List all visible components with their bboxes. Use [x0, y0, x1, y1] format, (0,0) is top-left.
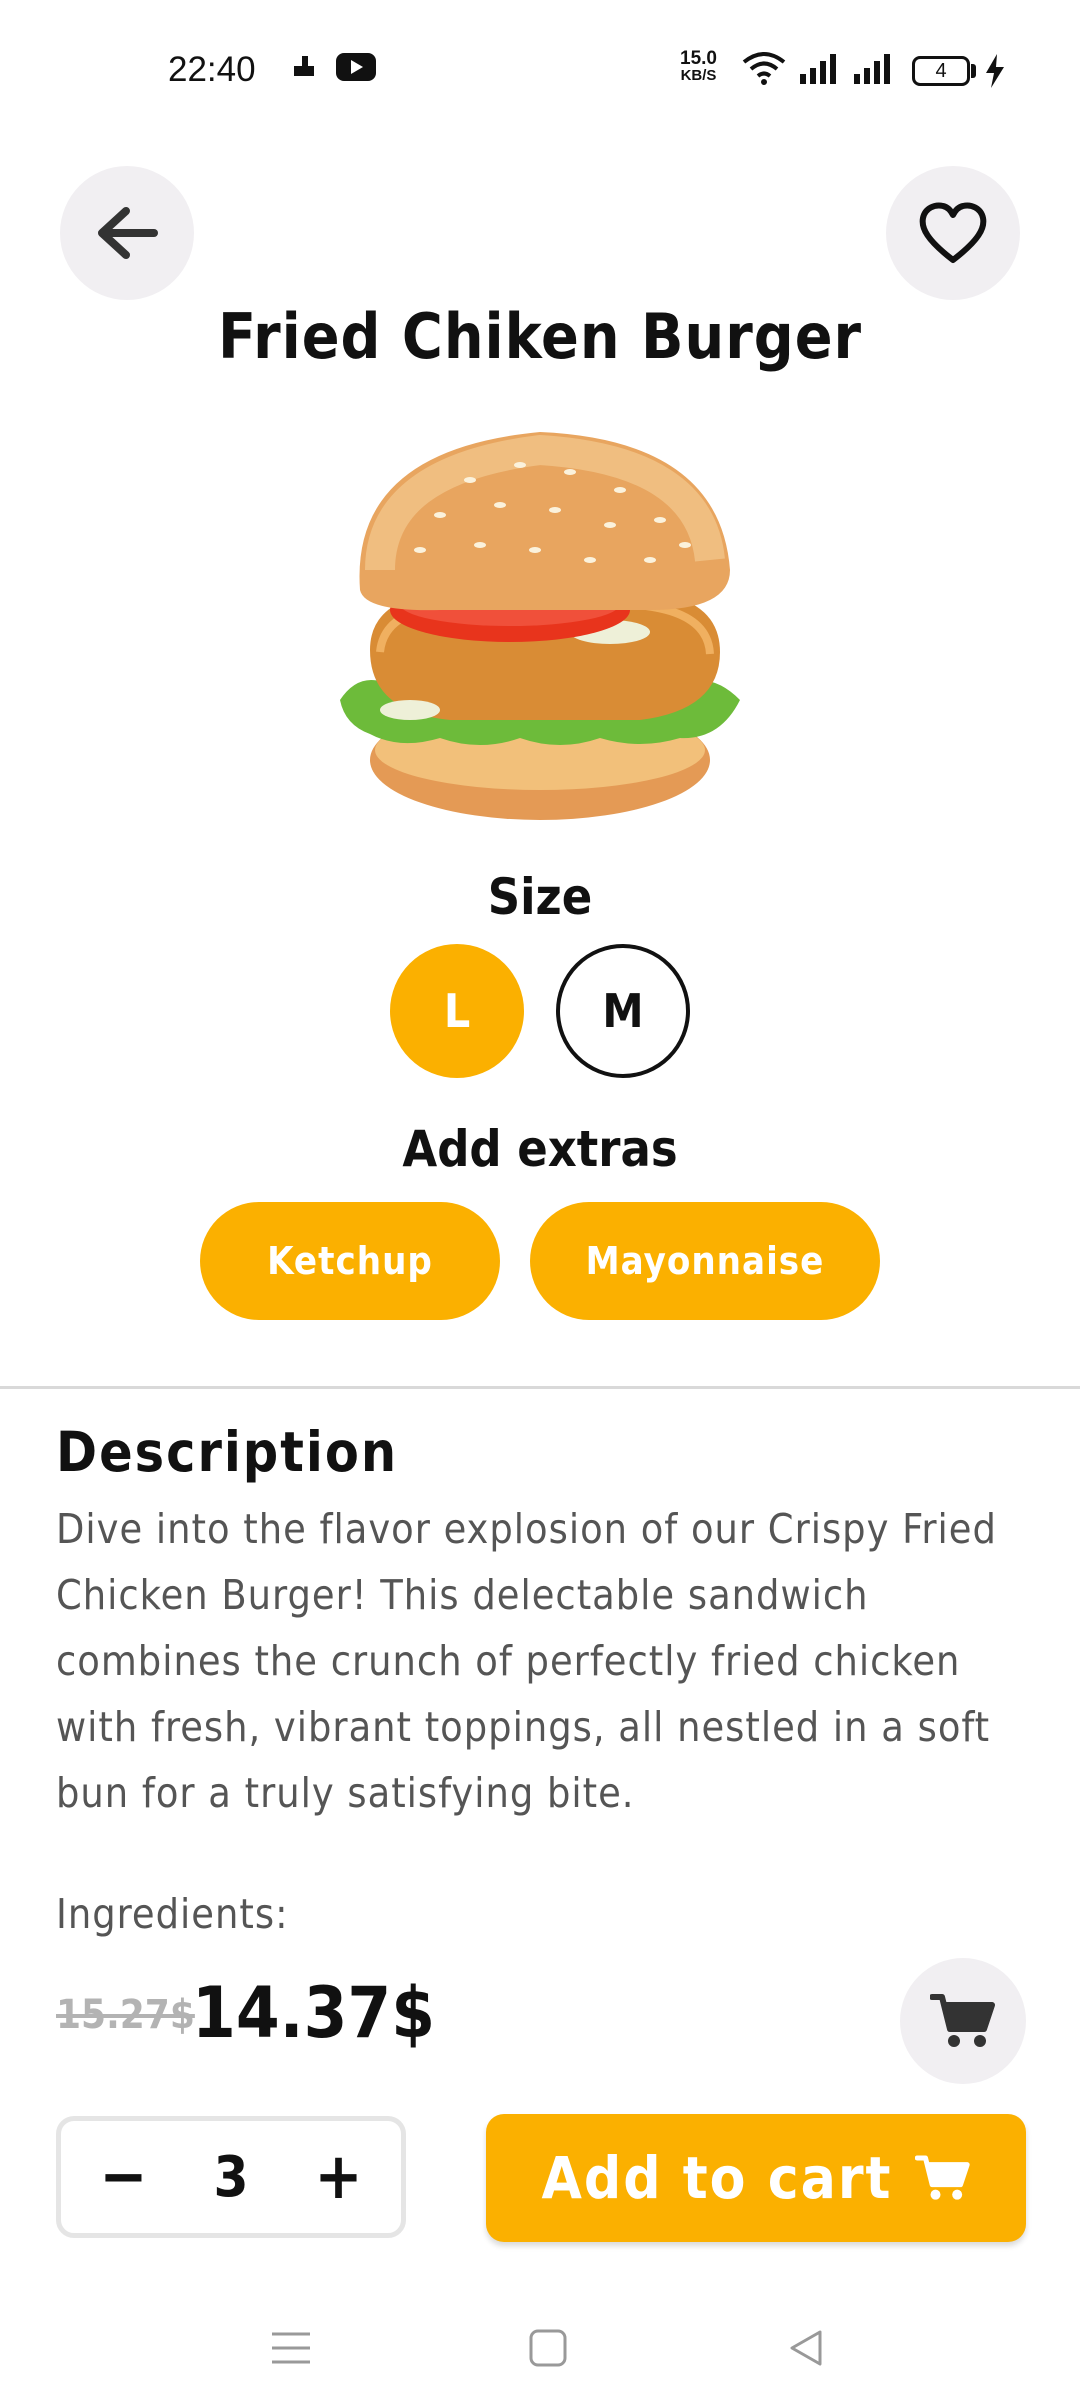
battery-tip — [971, 64, 976, 78]
back-icon[interactable] — [786, 2328, 826, 2368]
home-icon[interactable] — [528, 2328, 568, 2368]
increment-button[interactable]: + — [303, 2145, 373, 2209]
menu-icon[interactable] — [270, 2330, 312, 2366]
size-label: Size — [487, 868, 593, 926]
add-to-cart-label: Add to cart — [541, 2144, 893, 2212]
net-speed-value: 15.0 — [680, 48, 717, 69]
system-nav-bar — [0, 2290, 1080, 2400]
divider — [0, 1386, 1080, 1389]
net-speed-unit: KB/S — [680, 67, 717, 84]
product-title: Fried Chiken Burger — [217, 300, 863, 373]
heart-icon — [919, 202, 987, 263]
size-option-l[interactable]: L — [390, 944, 524, 1078]
arrow-left-icon — [98, 207, 158, 259]
back-button[interactable] — [60, 166, 194, 300]
quantity-stepper: − 3 + — [56, 2116, 406, 2238]
cart-button[interactable] — [900, 1958, 1026, 2084]
extras-label: Add extras — [402, 1120, 678, 1178]
net-speed: 15.0 KB/S — [680, 48, 717, 84]
current-price: 14.37$ — [192, 1972, 436, 2054]
extra-mayonnaise-button[interactable]: Mayonnaise — [530, 1202, 880, 1320]
battery-icon: 4 — [912, 56, 970, 86]
charging-icon — [986, 54, 1004, 88]
youtube-icon — [336, 53, 376, 81]
notification-icon — [294, 56, 314, 76]
size-option-m[interactable]: M — [556, 944, 690, 1078]
extra-ketchup-button[interactable]: Ketchup — [200, 1202, 500, 1320]
description-text: Dive into the flavor explosion of our Cr… — [56, 1505, 997, 1817]
product-image — [340, 432, 740, 820]
wifi-icon — [742, 52, 786, 85]
old-price: 15.27$ — [56, 1992, 195, 2038]
signal-icon — [800, 54, 836, 84]
description-title: Description — [56, 1420, 399, 1484]
status-time: 22:40 — [168, 50, 256, 89]
quantity-value: 3 — [213, 2144, 249, 2210]
add-to-cart-button[interactable]: Add to cart — [486, 2114, 1026, 2242]
cart-icon — [930, 1994, 995, 2047]
decrement-button[interactable]: − — [88, 2145, 158, 2209]
favorite-button[interactable] — [886, 166, 1020, 300]
ingredients-label: Ingredients: — [56, 1890, 289, 1938]
signal-icon — [854, 54, 890, 84]
cart-icon — [914, 2155, 970, 2200]
status-bar: 22:40 15.0 KB/S 4 — [0, 0, 1080, 140]
